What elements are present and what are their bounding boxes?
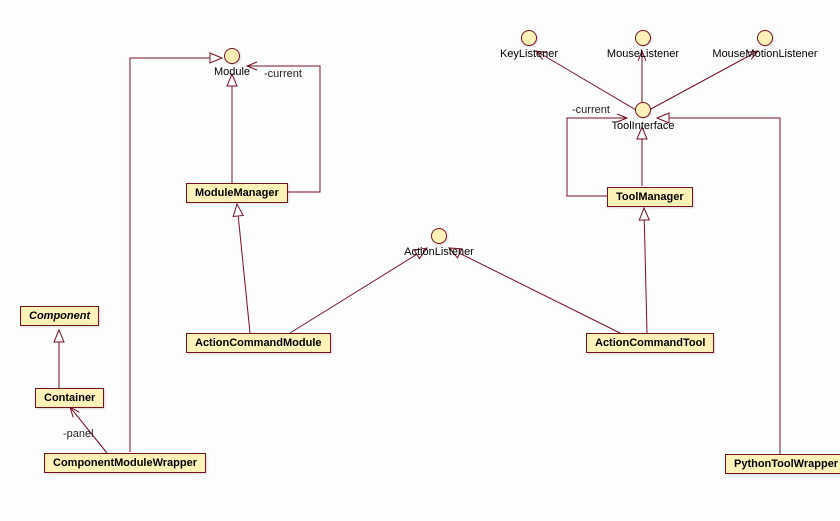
- interface-label: MouseMotionListener: [700, 48, 830, 60]
- interface-keylistener: KeyListener: [489, 30, 569, 60]
- interface-label: ActionListener: [399, 246, 479, 258]
- class-label: ActionCommandModule: [195, 337, 322, 349]
- interface-mouselistener: MouseListener: [596, 30, 690, 60]
- interface-label: MouseListener: [596, 48, 690, 60]
- interface-mousemotionlistener: MouseMotionListener: [700, 30, 830, 60]
- interface-label: ToolInterface: [603, 120, 683, 132]
- edge-label-tool-current: -current: [572, 104, 610, 116]
- lollipop-icon: [757, 30, 773, 46]
- class-label: ToolManager: [616, 191, 684, 203]
- lollipop-icon: [224, 48, 240, 64]
- class-actioncommandtool: ActionCommandTool: [586, 333, 714, 353]
- interface-actionlistener: ActionListener: [399, 228, 479, 258]
- interface-label: Module: [202, 66, 262, 78]
- edge-label-module-current: -current: [264, 68, 302, 80]
- class-label: ModuleManager: [195, 187, 279, 199]
- connector-layer: [0, 0, 840, 521]
- class-pythontoolwrapper: PythonToolWrapper: [725, 454, 840, 474]
- lollipop-icon: [431, 228, 447, 244]
- class-modulemanager: ModuleManager: [186, 183, 288, 203]
- class-label: ComponentModuleWrapper: [53, 457, 197, 469]
- lollipop-icon: [635, 30, 651, 46]
- class-label: PythonToolWrapper: [734, 458, 838, 470]
- class-componentmodulewrapper: ComponentModuleWrapper: [44, 453, 206, 473]
- interface-module: Module: [202, 48, 262, 78]
- lollipop-icon: [635, 102, 651, 118]
- class-label: Container: [44, 392, 95, 404]
- class-container: Container: [35, 388, 104, 408]
- interface-toolinterface: ToolInterface: [603, 102, 683, 132]
- class-component: Component: [20, 306, 99, 326]
- class-actioncommandmodule: ActionCommandModule: [186, 333, 331, 353]
- class-label: Component: [29, 310, 90, 322]
- lollipop-icon: [521, 30, 537, 46]
- interface-label: KeyListener: [489, 48, 569, 60]
- class-label: ActionCommandTool: [595, 337, 705, 349]
- edge-label-panel: -panel: [63, 428, 94, 440]
- class-toolmanager: ToolManager: [607, 187, 693, 207]
